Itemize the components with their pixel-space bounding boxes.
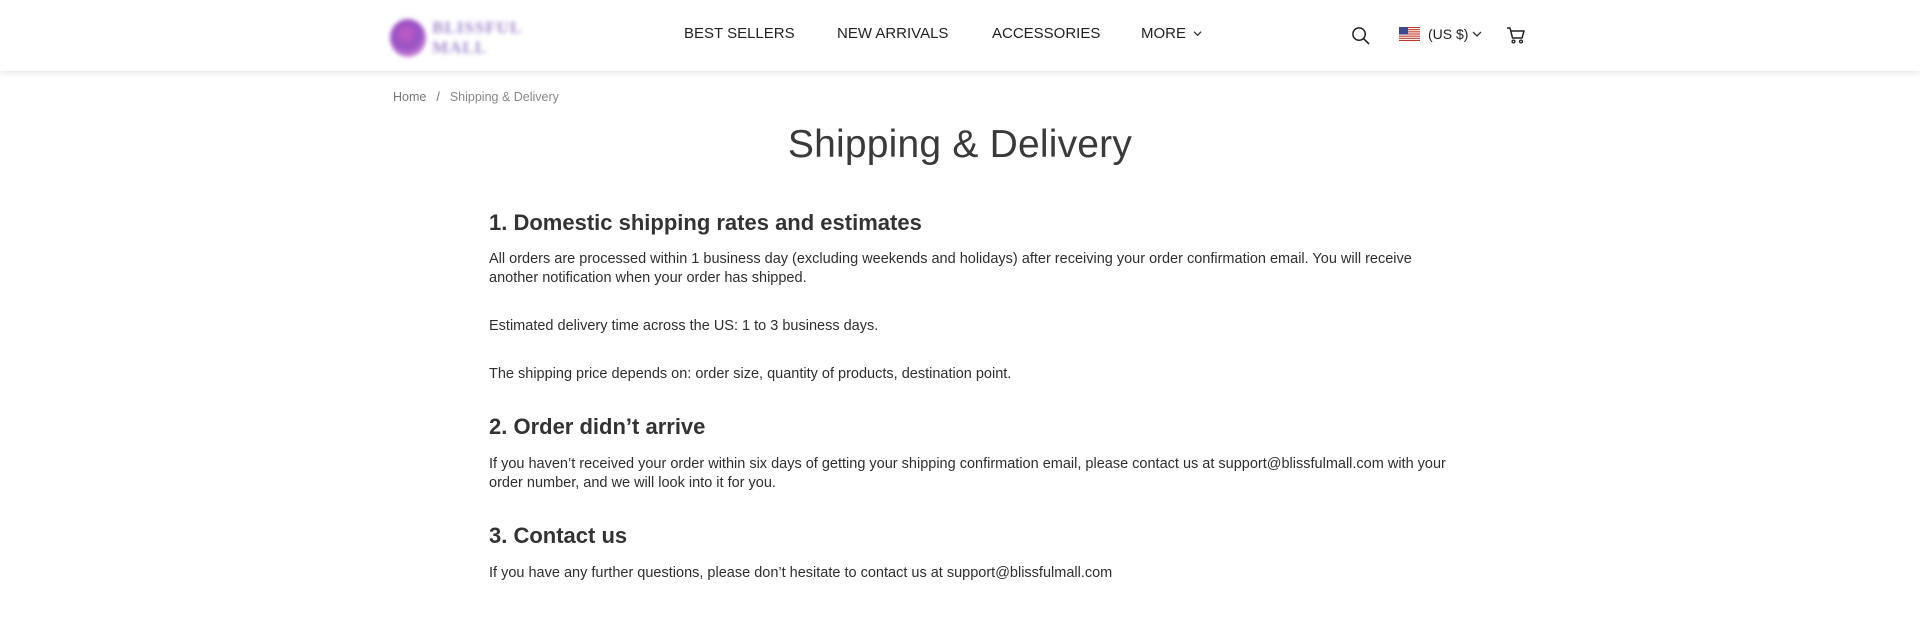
section-heading-order-didnt-arrive: 2. Order didn’t arrive bbox=[489, 414, 706, 439]
paragraph-missing-order: If you haven’t received your order withi… bbox=[489, 456, 1446, 491]
site-header: BLISSFUL MALL BEST SELLERS NEW ARRIVALS … bbox=[0, 0, 1920, 71]
nav-more[interactable]: MORE bbox=[1141, 25, 1202, 42]
page-title: Shipping & Delivery bbox=[787, 123, 1133, 166]
chevron-down-icon bbox=[1193, 31, 1202, 37]
search-button[interactable] bbox=[1351, 26, 1370, 45]
nav-accessories[interactable]: ACCESSORIES bbox=[992, 25, 1100, 42]
cart-button[interactable] bbox=[1506, 25, 1526, 45]
currency-label: (US $) bbox=[1428, 26, 1469, 42]
us-flag-icon bbox=[1399, 27, 1420, 41]
nav-accessories-label: ACCESSORIES bbox=[992, 25, 1101, 42]
section-heading-contact-us: 3. Contact us bbox=[489, 523, 628, 548]
paragraph-processing-time: All orders are processed within 1 busine… bbox=[489, 251, 1412, 286]
nav-best-sellers-label: BEST SELLERS bbox=[684, 25, 795, 42]
nav-new-arrivals[interactable]: NEW ARRIVALS bbox=[837, 25, 948, 42]
cart-icon bbox=[1507, 27, 1525, 44]
breadcrumb-home-link[interactable]: Home bbox=[393, 90, 426, 104]
paragraph-shipping-price: The shipping price depends on: order siz… bbox=[489, 366, 1012, 382]
currency-selector[interactable]: (US $) bbox=[1399, 26, 1482, 42]
nav-more-label: MORE bbox=[1141, 25, 1186, 42]
breadcrumb-separator: / bbox=[436, 89, 440, 104]
paragraph-delivery-estimate: Estimated delivery time across the US: 1… bbox=[489, 318, 879, 334]
search-icon bbox=[1352, 27, 1370, 45]
breadcrumb: Home / Shipping & Delivery bbox=[393, 89, 559, 105]
site-logo[interactable]: BLISSFUL MALL bbox=[390, 18, 574, 58]
section-heading-domestic-shipping: 1. Domestic shipping rates and estimates bbox=[489, 210, 922, 235]
breadcrumb-current: Shipping & Delivery bbox=[449, 90, 559, 104]
logo-mark-icon bbox=[390, 19, 427, 57]
nav-new-arrivals-label: NEW ARRIVALS bbox=[837, 25, 949, 42]
logo-text: BLISSFUL MALL bbox=[432, 18, 522, 57]
paragraph-contact: If you have any further questions, pleas… bbox=[489, 565, 1113, 581]
nav-best-sellers[interactable]: BEST SELLERS bbox=[684, 25, 795, 42]
chevron-down-icon bbox=[1472, 31, 1482, 37]
